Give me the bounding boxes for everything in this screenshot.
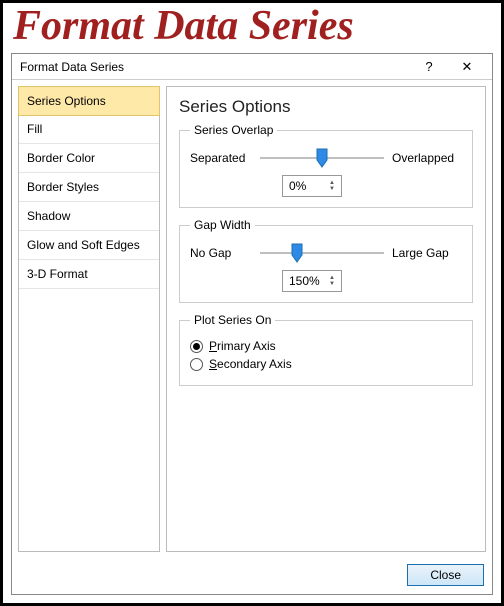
spinner-icon[interactable]: ▲▼ [329, 276, 335, 287]
radio-icon [190, 340, 203, 353]
slider-track-line [260, 252, 384, 254]
series-overlap-value[interactable]: 0% ▲▼ [282, 175, 342, 197]
format-data-series-dialog: Format Data Series ? ✕ Series Options Fi… [11, 53, 493, 595]
gap-width-legend: Gap Width [190, 218, 255, 232]
sidebar-item-shadow[interactable]: Shadow [19, 202, 159, 231]
series-overlap-legend: Series Overlap [190, 123, 277, 137]
slider-thumb-icon[interactable] [290, 243, 304, 263]
dialog-titlebar: Format Data Series ? ✕ [12, 54, 492, 80]
gap-value-text: 150% [289, 274, 320, 288]
radio-label-primary: Primary Axis [209, 339, 276, 353]
overlap-label-overlapped: Overlapped [392, 151, 462, 165]
gap-label-large-gap: Large Gap [392, 246, 462, 260]
sidebar-item-border-color[interactable]: Border Color [19, 144, 159, 173]
close-button[interactable]: Close [407, 564, 484, 586]
panel-heading: Series Options [179, 97, 473, 117]
sidebar-item-3d-format[interactable]: 3-D Format [19, 260, 159, 289]
radio-secondary-axis[interactable]: Secondary Axis [190, 357, 462, 371]
dialog-footer: Close [12, 558, 492, 594]
overlap-label-separated: Separated [190, 151, 252, 165]
dialog-body: Series Options Fill Border Color Border … [12, 80, 492, 558]
page-heading: Format Data Series [3, 3, 501, 49]
slider-thumb-icon[interactable] [315, 148, 329, 168]
series-overlap-slider[interactable] [260, 149, 384, 167]
outer-frame: Format Data Series Format Data Series ? … [0, 0, 504, 606]
spinner-icon[interactable]: ▲▼ [329, 181, 335, 192]
sidebar-item-series-options[interactable]: Series Options [18, 86, 160, 116]
gap-width-slider-row: No Gap Large Gap [190, 244, 462, 262]
radio-primary-axis[interactable]: Primary Axis [190, 339, 462, 353]
gap-label-no-gap: No Gap [190, 246, 252, 260]
gap-width-slider[interactable] [260, 244, 384, 262]
close-window-button[interactable]: ✕ [448, 55, 486, 79]
gap-width-group: Gap Width No Gap Large Gap 150% [179, 218, 473, 303]
sidebar-item-border-styles[interactable]: Border Styles [19, 173, 159, 202]
category-sidebar: Series Options Fill Border Color Border … [18, 86, 160, 552]
radio-icon [190, 358, 203, 371]
radio-label-secondary: Secondary Axis [209, 357, 292, 371]
plot-series-on-group: Plot Series On Primary Axis Secondary Ax… [179, 313, 473, 386]
radio-checked-icon [193, 343, 200, 350]
plot-series-on-legend: Plot Series On [190, 313, 275, 327]
dialog-title: Format Data Series [20, 60, 410, 74]
sidebar-item-fill[interactable]: Fill [19, 115, 159, 144]
help-button[interactable]: ? [410, 55, 448, 79]
sidebar-item-glow-soft-edges[interactable]: Glow and Soft Edges [19, 231, 159, 260]
overlap-value-text: 0% [289, 179, 306, 193]
series-overlap-group: Series Overlap Separated Overlapped 0% [179, 123, 473, 208]
gap-width-value[interactable]: 150% ▲▼ [282, 270, 342, 292]
options-panel: Series Options Series Overlap Separated … [166, 86, 486, 552]
series-overlap-slider-row: Separated Overlapped [190, 149, 462, 167]
